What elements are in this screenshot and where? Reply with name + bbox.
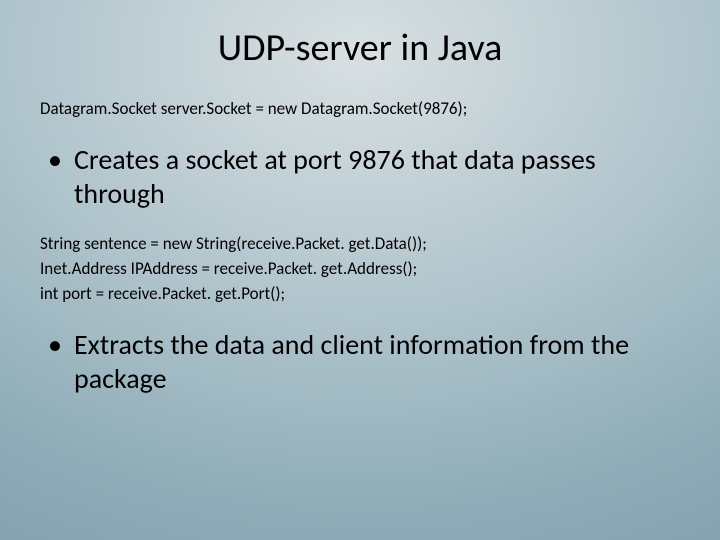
code-line: String sentence = new String(receive.Pac… (40, 233, 680, 256)
page-title: UDP-server in Java (40, 28, 680, 70)
bullet-item: Creates a socket at port 9876 that data … (46, 143, 680, 211)
code-line: Datagram.Socket server.Socket = new Data… (40, 98, 680, 121)
code-block-1: Datagram.Socket server.Socket = new Data… (40, 98, 680, 121)
bullet-list-1: Creates a socket at port 9876 that data … (40, 143, 680, 211)
code-block-2: String sentence = new String(receive.Pac… (40, 233, 680, 306)
bullet-list-2: Extracts the data and client information… (40, 328, 680, 396)
bullet-item: Extracts the data and client information… (46, 328, 680, 396)
slide: UDP-server in Java Datagram.Socket serve… (0, 0, 720, 540)
code-line: Inet.Address IPAddress = receive.Packet.… (40, 258, 680, 281)
code-line: int port = receive.Packet. get.Port(); (40, 283, 680, 306)
